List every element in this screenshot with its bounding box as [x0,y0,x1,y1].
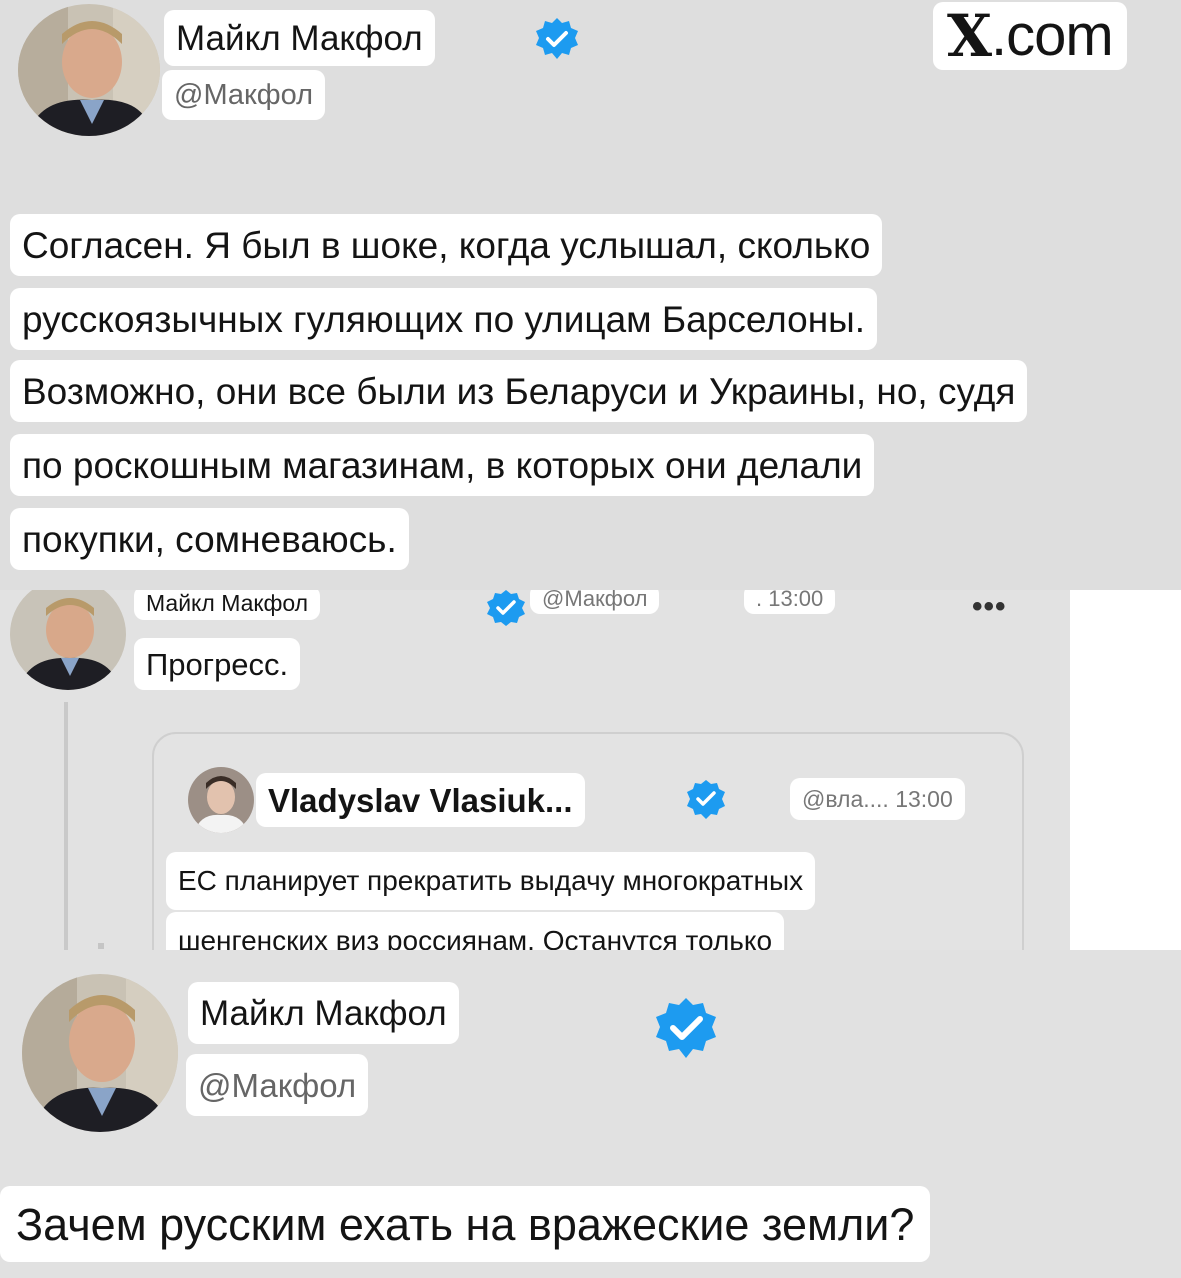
quoted-text-line: ЕС планирует прекратить выдачу многократ… [166,852,816,910]
author-name[interactable]: Майкл Макфол [164,10,435,66]
tweet-text-line: Возможно, они все были из Беларуси и Укр… [10,360,1028,422]
thread-line [64,702,68,950]
author-avatar[interactable] [10,590,126,690]
tweet-text: Прогресс. [134,638,301,690]
verified-badge-icon [684,778,728,822]
tweet-text: Зачем русским ехать на вражеские земли? [0,1186,931,1262]
quoted-author-avatar[interactable] [188,767,254,833]
author-avatar[interactable] [18,4,160,136]
tweet-text-line: покупки, сомневаюсь. [10,508,409,570]
quoted-author-name[interactable]: Vladyslav Vlasiuk... [256,773,585,827]
verified-badge-icon [484,590,528,628]
x-logo-icon: X [947,2,992,70]
panel-filler [1070,590,1181,950]
quoted-text-line: шенгенских виз россиянам. Останутся толь… [166,912,785,950]
author-avatar[interactable] [22,974,178,1132]
site-logo: X .com [933,2,1127,70]
tweet-text-line: по роскошным магазинам, в которых они де… [10,434,875,496]
tweet-text-line: Согласен. Я был в шоке, когда услышал, с… [10,214,883,276]
author-handle[interactable]: @Макфол [530,590,660,614]
tweet-panel-3: Майкл Макфол @Макфол Зачем русским ехать… [0,950,1181,1278]
verified-badge-icon [533,15,581,63]
more-options-icon[interactable]: ••• [972,590,1007,624]
tweet-text-line: русскоязычных гуляющих по улицам Барсело… [10,288,878,350]
thread-marker [98,943,104,949]
author-name[interactable]: Майкл Макфол [134,590,321,620]
site-domain: .com [991,3,1114,68]
author-handle[interactable]: @Макфол [186,1054,369,1116]
author-name[interactable]: Майкл Макфол [188,982,459,1044]
verified-badge-icon [650,994,722,1066]
author-handle[interactable]: @Макфол [162,70,326,120]
tweet-timestamp[interactable]: . 13:00 [744,590,836,614]
quoted-handle-time[interactable]: @вла.... 13:00 [790,778,965,820]
tweet-panel-1: Майкл Макфол @Макфол X .com Согласен. Я б… [0,0,1181,590]
tweet-panel-2: Майкл Макфол @Макфол . 13:00 ••• Прогрес… [0,590,1070,950]
